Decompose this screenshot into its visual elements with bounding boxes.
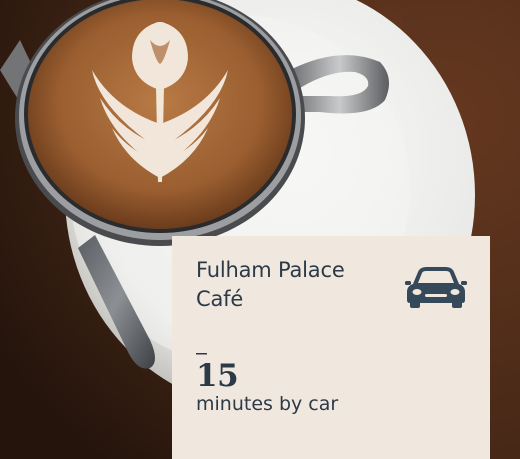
card-header: Fulham Palace Café — [196, 256, 468, 314]
car-icon — [405, 267, 467, 308]
place-tile[interactable]: Fulham Palace Café 15 minutes by car — [0, 0, 520, 459]
separator-line — [196, 353, 207, 355]
separator — [196, 342, 207, 355]
travel-time-value: 15 — [196, 358, 239, 394]
travel-time-unit: minutes by car — [196, 393, 339, 415]
place-name: Fulham Palace Café — [196, 258, 345, 311]
place-card[interactable]: Fulham Palace Café 15 minutes by car — [172, 236, 490, 459]
